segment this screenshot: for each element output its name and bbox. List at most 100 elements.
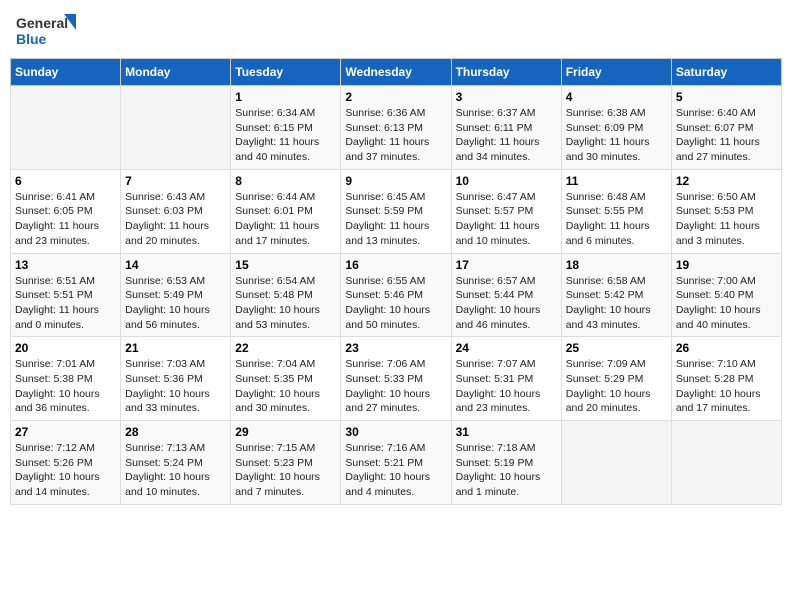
day-number: 18 [566, 258, 667, 272]
day-number: 24 [456, 341, 557, 355]
calendar-day-cell: 25 Sunrise: 7:09 AM Sunset: 5:29 PM Dayli… [561, 337, 671, 421]
day-number: 6 [15, 174, 116, 188]
day-info: Sunrise: 6:58 AM Sunset: 5:42 PM Dayligh… [566, 274, 667, 333]
calendar-day-cell: 30 Sunrise: 7:16 AM Sunset: 5:21 PM Dayli… [341, 421, 451, 505]
calendar-day-cell: 9 Sunrise: 6:45 AM Sunset: 5:59 PM Daylig… [341, 169, 451, 253]
day-number: 27 [15, 425, 116, 439]
logo-svg: GeneralBlue [14, 10, 84, 50]
day-number: 23 [345, 341, 446, 355]
calendar-day-cell: 24 Sunrise: 7:07 AM Sunset: 5:31 PM Dayli… [451, 337, 561, 421]
day-info: Sunrise: 7:13 AM Sunset: 5:24 PM Dayligh… [125, 441, 226, 500]
day-info: Sunrise: 7:15 AM Sunset: 5:23 PM Dayligh… [235, 441, 336, 500]
day-of-week-header: Sunday [11, 59, 121, 86]
days-of-week-row: SundayMondayTuesdayWednesdayThursdayFrid… [11, 59, 782, 86]
calendar-body: 1 Sunrise: 6:34 AM Sunset: 6:15 PM Daylig… [11, 86, 782, 505]
day-of-week-header: Saturday [671, 59, 781, 86]
day-info: Sunrise: 6:43 AM Sunset: 6:03 PM Dayligh… [125, 190, 226, 249]
day-number: 12 [676, 174, 777, 188]
day-number: 28 [125, 425, 226, 439]
day-info: Sunrise: 7:16 AM Sunset: 5:21 PM Dayligh… [345, 441, 446, 500]
day-number: 9 [345, 174, 446, 188]
day-info: Sunrise: 7:18 AM Sunset: 5:19 PM Dayligh… [456, 441, 557, 500]
day-info: Sunrise: 6:40 AM Sunset: 6:07 PM Dayligh… [676, 106, 777, 165]
day-of-week-header: Monday [121, 59, 231, 86]
day-info: Sunrise: 7:00 AM Sunset: 5:40 PM Dayligh… [676, 274, 777, 333]
svg-text:Blue: Blue [16, 31, 47, 47]
day-info: Sunrise: 7:06 AM Sunset: 5:33 PM Dayligh… [345, 357, 446, 416]
day-info: Sunrise: 6:47 AM Sunset: 5:57 PM Dayligh… [456, 190, 557, 249]
day-info: Sunrise: 6:55 AM Sunset: 5:46 PM Dayligh… [345, 274, 446, 333]
day-number: 3 [456, 90, 557, 104]
calendar-week-row: 1 Sunrise: 6:34 AM Sunset: 6:15 PM Daylig… [11, 86, 782, 170]
day-number: 5 [676, 90, 777, 104]
day-of-week-header: Tuesday [231, 59, 341, 86]
day-info: Sunrise: 6:36 AM Sunset: 6:13 PM Dayligh… [345, 106, 446, 165]
calendar-day-cell: 21Sunrise: 7:03 AM Sunset: 5:36 PM Dayli… [121, 337, 231, 421]
day-number: 2 [345, 90, 446, 104]
calendar-day-cell: 23 Sunrise: 7:06 AM Sunset: 5:33 PM Dayli… [341, 337, 451, 421]
day-number: 26 [676, 341, 777, 355]
calendar-week-row: 27 Sunrise: 7:12 AM Sunset: 5:26 PM Dayli… [11, 421, 782, 505]
calendar-day-cell: 15 Sunrise: 6:54 AM Sunset: 5:48 PM Dayli… [231, 253, 341, 337]
day-number: 1 [235, 90, 336, 104]
calendar-day-cell [561, 421, 671, 505]
calendar-day-cell: 19 Sunrise: 7:00 AM Sunset: 5:40 PM Dayli… [671, 253, 781, 337]
day-number: 13 [15, 258, 116, 272]
calendar-day-cell [671, 421, 781, 505]
day-number: 7 [125, 174, 226, 188]
day-info: Sunrise: 6:54 AM Sunset: 5:48 PM Dayligh… [235, 274, 336, 333]
calendar-day-cell: 1 Sunrise: 6:34 AM Sunset: 6:15 PM Daylig… [231, 86, 341, 170]
page-header: GeneralBlue [10, 10, 782, 50]
calendar-day-cell: 31 Sunrise: 7:18 AM Sunset: 5:19 PM Dayli… [451, 421, 561, 505]
day-info: Sunrise: 6:37 AM Sunset: 6:11 PM Dayligh… [456, 106, 557, 165]
day-number: 16 [345, 258, 446, 272]
day-number: 4 [566, 90, 667, 104]
day-info: Sunrise: 7:09 AM Sunset: 5:29 PM Dayligh… [566, 357, 667, 416]
calendar-day-cell: 10 Sunrise: 6:47 AM Sunset: 5:57 PM Dayli… [451, 169, 561, 253]
day-of-week-header: Wednesday [341, 59, 451, 86]
calendar-day-cell: 20Sunrise: 7:01 AM Sunset: 5:38 PM Dayli… [11, 337, 121, 421]
day-number: 11 [566, 174, 667, 188]
calendar-table: SundayMondayTuesdayWednesdayThursdayFrid… [10, 58, 782, 505]
day-number: 31 [456, 425, 557, 439]
day-info: Sunrise: 6:51 AM Sunset: 5:51 PM Dayligh… [15, 274, 116, 333]
day-number: 30 [345, 425, 446, 439]
calendar-day-cell: 28 Sunrise: 7:13 AM Sunset: 5:24 PM Dayli… [121, 421, 231, 505]
day-info: Sunrise: 6:38 AM Sunset: 6:09 PM Dayligh… [566, 106, 667, 165]
day-number: 14 [125, 258, 226, 272]
day-info: Sunrise: 6:57 AM Sunset: 5:44 PM Dayligh… [456, 274, 557, 333]
calendar-day-cell: 2 Sunrise: 6:36 AM Sunset: 6:13 PM Daylig… [341, 86, 451, 170]
calendar-day-cell: 3 Sunrise: 6:37 AM Sunset: 6:11 PM Daylig… [451, 86, 561, 170]
day-number: 10 [456, 174, 557, 188]
calendar-week-row: 20Sunrise: 7:01 AM Sunset: 5:38 PM Dayli… [11, 337, 782, 421]
logo: GeneralBlue [14, 10, 84, 50]
day-number: 8 [235, 174, 336, 188]
calendar-header: SundayMondayTuesdayWednesdayThursdayFrid… [11, 59, 782, 86]
calendar-day-cell: 14 Sunrise: 6:53 AM Sunset: 5:49 PM Dayli… [121, 253, 231, 337]
day-info: Sunrise: 6:50 AM Sunset: 5:53 PM Dayligh… [676, 190, 777, 249]
day-number: 20 [15, 341, 116, 355]
day-info: Sunrise: 6:44 AM Sunset: 6:01 PM Dayligh… [235, 190, 336, 249]
calendar-day-cell: 26Sunrise: 7:10 AM Sunset: 5:28 PM Dayli… [671, 337, 781, 421]
day-info: Sunrise: 7:03 AM Sunset: 5:36 PM Dayligh… [125, 357, 226, 416]
calendar-day-cell: 16 Sunrise: 6:55 AM Sunset: 5:46 PM Dayli… [341, 253, 451, 337]
day-number: 19 [676, 258, 777, 272]
day-of-week-header: Friday [561, 59, 671, 86]
calendar-day-cell: 18 Sunrise: 6:58 AM Sunset: 5:42 PM Dayli… [561, 253, 671, 337]
calendar-day-cell [11, 86, 121, 170]
day-number: 29 [235, 425, 336, 439]
calendar-day-cell: 7 Sunrise: 6:43 AM Sunset: 6:03 PM Daylig… [121, 169, 231, 253]
calendar-day-cell [121, 86, 231, 170]
day-info: Sunrise: 6:34 AM Sunset: 6:15 PM Dayligh… [235, 106, 336, 165]
calendar-day-cell: 4 Sunrise: 6:38 AM Sunset: 6:09 PM Daylig… [561, 86, 671, 170]
day-info: Sunrise: 7:04 AM Sunset: 5:35 PM Dayligh… [235, 357, 336, 416]
calendar-week-row: 6Sunrise: 6:41 AM Sunset: 6:05 PM Daylig… [11, 169, 782, 253]
day-number: 25 [566, 341, 667, 355]
calendar-day-cell: 27 Sunrise: 7:12 AM Sunset: 5:26 PM Dayli… [11, 421, 121, 505]
day-info: Sunrise: 7:07 AM Sunset: 5:31 PM Dayligh… [456, 357, 557, 416]
day-info: Sunrise: 7:12 AM Sunset: 5:26 PM Dayligh… [15, 441, 116, 500]
day-info: Sunrise: 6:53 AM Sunset: 5:49 PM Dayligh… [125, 274, 226, 333]
day-info: Sunrise: 6:45 AM Sunset: 5:59 PM Dayligh… [345, 190, 446, 249]
calendar-day-cell: 13 Sunrise: 6:51 AM Sunset: 5:51 PM Dayli… [11, 253, 121, 337]
day-number: 15 [235, 258, 336, 272]
